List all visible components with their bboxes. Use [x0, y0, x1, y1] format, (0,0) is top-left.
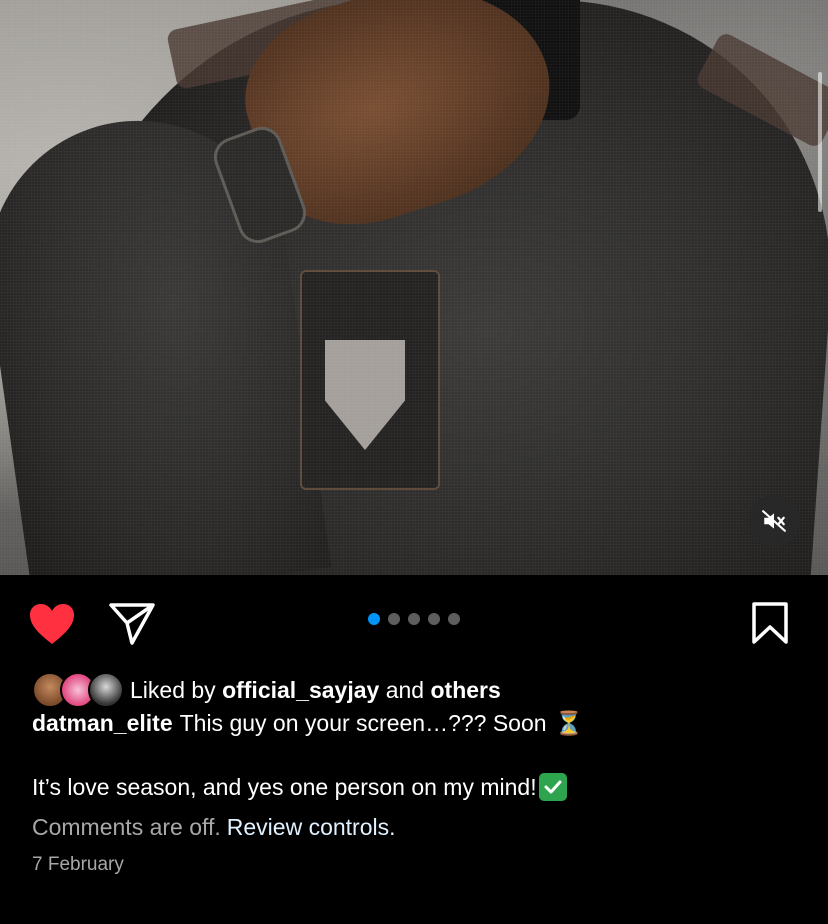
caption-line-2-text: It’s love season, and yes one person on …	[32, 773, 537, 800]
liker-avatars[interactable]	[32, 672, 124, 708]
carousel-dot[interactable]	[368, 613, 380, 625]
mute-icon	[762, 510, 786, 532]
post-date: 7 February	[32, 854, 124, 875]
likes-prefix: Liked by	[130, 676, 216, 703]
caption-line-2: It’s love season, and yes one person on …	[32, 772, 567, 802]
share-button[interactable]	[108, 601, 156, 647]
likes-joiner: and	[385, 676, 425, 703]
carousel-dot[interactable]	[408, 613, 420, 625]
carousel-dot[interactable]	[428, 613, 440, 625]
heart-filled-icon	[30, 604, 74, 644]
photo-grain	[0, 0, 828, 575]
likes-others-link[interactable]: others	[430, 677, 500, 704]
post-action-bar	[0, 575, 828, 670]
carousel-dot[interactable]	[448, 613, 460, 625]
save-button[interactable]	[750, 601, 790, 645]
check-mark-icon	[538, 773, 567, 801]
author-username[interactable]: datman_elite	[32, 710, 173, 737]
mute-button[interactable]	[748, 495, 800, 547]
send-icon	[109, 603, 155, 645]
caption-text: This guy on your screen…??? Soon	[179, 709, 547, 736]
like-button[interactable]	[28, 602, 76, 646]
carousel-dot[interactable]	[388, 613, 400, 625]
caption: datman_elite This guy on your screen…???…	[32, 708, 583, 738]
liker-username[interactable]: official_sayjay	[222, 677, 379, 704]
likes-summary[interactable]: Liked by official_sayjay and others	[32, 672, 501, 708]
comments-off-text: Comments are off.	[32, 813, 221, 840]
avatar	[88, 672, 124, 708]
hourglass-icon: ⏳	[554, 710, 584, 737]
carousel-dots	[368, 613, 460, 625]
comments-status: Comments are off. Review controls.	[32, 812, 396, 842]
post-media[interactable]	[0, 0, 828, 575]
scroll-indicator[interactable]	[818, 72, 822, 212]
bookmark-icon	[752, 602, 788, 644]
review-controls-link[interactable]: Review controls.	[227, 814, 396, 841]
